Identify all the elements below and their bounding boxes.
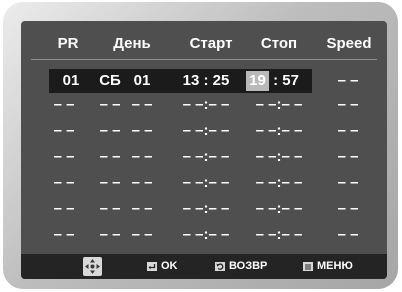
dpad-icon <box>83 257 102 276</box>
back-label: ВОЗВР <box>229 260 268 272</box>
timer-row[interactable]: – – – – – – – –:– – – –:– – – – <box>21 171 387 195</box>
cell-day[interactable]: СБ <box>99 72 121 89</box>
cell-speed[interactable]: – – <box>333 72 363 89</box>
cell-date[interactable]: 01 <box>131 72 153 89</box>
timer-record-screen: PR День Старт Стоп Speed 01 СБ 01 13 : 2… <box>21 21 387 279</box>
cell-stop[interactable]: – –:– – <box>249 226 309 243</box>
header-pr: PR <box>57 35 79 52</box>
header-day: День <box>113 35 151 52</box>
return-icon <box>215 261 225 271</box>
cell-stop[interactable]: – –:– – <box>249 122 309 139</box>
cell-day[interactable]: – – <box>95 200 125 217</box>
cell-start[interactable]: 13 : 25 <box>179 72 233 89</box>
cell-stop-hour[interactable]: 19 <box>246 72 269 89</box>
cell-stop-minute[interactable]: : 57 <box>271 72 301 89</box>
cell-day[interactable]: – – <box>95 226 125 243</box>
header-speed: Speed <box>326 35 372 52</box>
cell-pr[interactable]: 01 <box>61 72 81 89</box>
cell-pr[interactable]: – – <box>49 96 79 113</box>
cell-pr[interactable]: – – <box>49 122 79 139</box>
tv-bezel: PR День Старт Стоп Speed 01 СБ 01 13 : 2… <box>3 2 398 289</box>
cell-speed[interactable]: – – <box>333 200 363 217</box>
cell-date[interactable]: – – <box>127 226 157 243</box>
cell-day[interactable]: – – <box>95 148 125 165</box>
menu-label: МЕНЮ <box>317 260 353 272</box>
header-divider <box>31 59 377 60</box>
enter-icon <box>147 261 157 271</box>
cell-start[interactable]: – –:– – <box>175 122 237 139</box>
header-start: Старт <box>189 35 233 52</box>
ok-label: OK <box>161 260 178 272</box>
back-hint: ВОЗВР <box>215 260 267 272</box>
timer-row[interactable]: – – – – – – – –:– – – –:– – – – <box>21 223 387 247</box>
cell-stop[interactable]: – –:– – <box>249 174 309 191</box>
footer-bar: OK ВОЗВР МЕНЮ <box>21 254 387 279</box>
cell-date[interactable]: – – <box>127 96 157 113</box>
menu-icon <box>303 261 313 271</box>
cell-speed[interactable]: – – <box>333 226 363 243</box>
timer-row[interactable]: – – – – – – – –:– – – –:– – – – <box>21 93 387 117</box>
cell-day[interactable]: – – <box>95 122 125 139</box>
cell-stop[interactable]: – –:– – <box>249 148 309 165</box>
cell-date[interactable]: – – <box>127 148 157 165</box>
timer-row[interactable]: – – – – – – – –:– – – –:– – – – <box>21 119 387 143</box>
cell-stop[interactable]: – –:– – <box>249 96 309 113</box>
cell-date[interactable]: – – <box>127 200 157 217</box>
cell-speed[interactable]: – – <box>333 148 363 165</box>
menu-hint: МЕНЮ <box>303 260 353 272</box>
cell-start[interactable]: – –:– – <box>175 96 237 113</box>
cell-date[interactable]: – – <box>127 122 157 139</box>
cell-speed[interactable]: – – <box>333 96 363 113</box>
timer-row[interactable]: – – – – – – – –:– – – –:– – – – <box>21 145 387 169</box>
ok-hint: OK <box>147 260 178 272</box>
cell-pr[interactable]: – – <box>49 148 79 165</box>
cell-pr[interactable]: – – <box>49 226 79 243</box>
column-header: PR День Старт Стоп Speed <box>21 31 387 56</box>
cell-date[interactable]: – – <box>127 174 157 191</box>
cell-day[interactable]: – – <box>95 174 125 191</box>
cell-start[interactable]: – –:– – <box>175 200 237 217</box>
cell-start[interactable]: – –:– – <box>175 174 237 191</box>
cell-stop[interactable]: – –:– – <box>249 200 309 217</box>
cell-start[interactable]: – –:– – <box>175 226 237 243</box>
cell-day[interactable]: – – <box>95 96 125 113</box>
cell-pr[interactable]: – – <box>49 174 79 191</box>
timer-row-selected[interactable]: 01 СБ 01 13 : 25 19 : 57 – – <box>21 69 387 93</box>
cell-start[interactable]: – –:– – <box>175 148 237 165</box>
cell-pr[interactable]: – – <box>49 200 79 217</box>
header-stop: Стоп <box>260 35 298 52</box>
cell-speed[interactable]: – – <box>333 174 363 191</box>
cell-speed[interactable]: – – <box>333 122 363 139</box>
timer-row[interactable]: – – – – – – – –:– – – –:– – – – <box>21 197 387 221</box>
